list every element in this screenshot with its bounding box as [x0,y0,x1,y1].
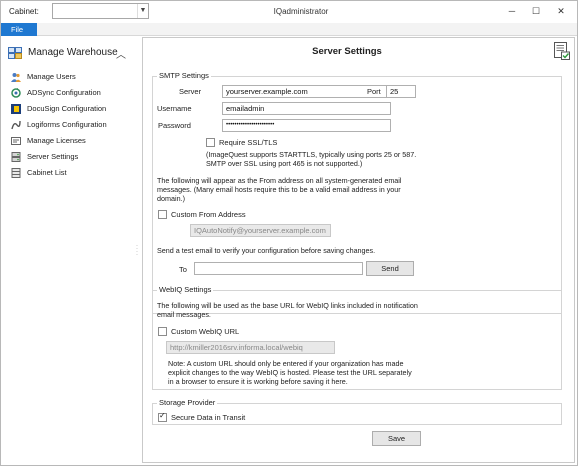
custom-webiq-checkbox[interactable] [158,327,167,336]
sidebar: Manage Warehouse ︿ Manage Users ADSync C… [1,37,135,465]
from-note-line-2: messages. (Many email hosts require this… [157,185,401,194]
sidebar-item-label: Logiforms Configuration [27,120,107,129]
app-window: Cabinet: ▼ IQadministrator ─ ☐ ✕ File Ma… [0,0,578,466]
cabinet-select[interactable]: ▼ [52,3,149,19]
sidebar-item-manage-licenses[interactable]: Manage Licenses [11,135,131,148]
docusign-icon [11,104,21,114]
to-input[interactable] [194,262,363,275]
custom-from-label: Custom From Address [171,210,246,219]
custom-webiq-input[interactable]: http://kmiller2016srv.informa.local/webi… [166,341,335,354]
maximize-button[interactable]: ☐ [525,3,547,19]
cabinet-label: Cabinet: [9,7,39,16]
sidebar-item-label: DocuSign Configuration [27,104,107,113]
licenses-icon [11,137,21,145]
server-icon [11,152,21,162]
close-button[interactable]: ✕ [550,3,572,19]
main-panel: Server Settings SMTP Settings Server you… [142,37,575,463]
sidebar-splitter[interactable]: · · · · [135,37,139,465]
chevron-down-icon[interactable]: ▼ [137,4,148,18]
storage-provider-title: Storage Provider [157,398,218,407]
username-label: Username [157,104,192,113]
sidebar-header[interactable]: Manage Warehouse ︿ [8,45,130,61]
file-menu[interactable]: File [1,23,37,36]
sidebar-item-logiforms[interactable]: Logiforms Configuration [11,119,131,132]
server-input[interactable]: yourserver.example.com [222,85,391,98]
sidebar-item-label: Manage Users [27,72,76,81]
sidebar-item-server-settings[interactable]: Server Settings [11,151,131,164]
sidebar-header-label: Manage Warehouse [28,47,118,58]
port-input[interactable]: 25 [386,85,416,98]
sidebar-item-label: ADSync Configuration [27,88,101,97]
server-label: Server [179,87,202,96]
secure-data-checkbox[interactable] [158,411,167,422]
to-label: To [179,265,187,274]
password-label: Password [158,121,191,130]
minimize-button[interactable]: ─ [501,3,523,19]
chevron-up-icon[interactable]: ︿ [116,46,126,61]
document-check-icon[interactable] [554,42,570,60]
sidebar-item-docusign[interactable]: DocuSign Configuration [11,103,131,116]
sidebar-item-cabinet-list[interactable]: Cabinet List [11,167,131,180]
sidebar-item-label: Server Settings [27,152,79,161]
test-email-note: Send a test email to verify your configu… [157,246,376,255]
webiq-settings-title: WebIQ Settings [157,285,214,294]
smtp-settings-group: SMTP Settings Server yourserver.example.… [152,71,562,314]
storage-provider-group: Storage Provider Secure Data in Transit [152,398,562,425]
warehouse-icon [8,47,22,59]
webiq-note-line-2: email messages. [157,310,211,319]
sidebar-item-label: Manage Licenses [27,136,86,145]
sidebar-item-manage-users[interactable]: Manage Users [11,71,131,84]
menu-bar: File [1,23,577,36]
secure-data-label: Secure Data in Transit [171,413,246,422]
custom-from-checkbox[interactable] [158,210,167,219]
logiforms-icon [11,120,21,130]
require-ssl-label: Require SSL/TLS [219,138,278,147]
adsync-icon [11,88,21,98]
page-title: Server Settings [312,46,382,57]
send-button[interactable]: Send [366,261,414,276]
title-bar: Cabinet: ▼ IQadministrator ─ ☐ ✕ [1,1,577,23]
custom-from-input[interactable]: IQAutoNotify@yourserver.example.com [190,224,331,237]
password-input[interactable]: ••••••••••••••••••••••• [222,119,391,132]
port-label: Port [367,87,381,96]
save-button[interactable]: Save [372,431,421,446]
from-note-line-3: domain.) [157,194,185,203]
sidebar-item-label: Cabinet List [27,168,67,177]
require-ssl-checkbox[interactable] [206,138,215,147]
ssl-note-line-2: SMTP over SSL using port 465 is not supp… [206,159,363,168]
splitter-grip-icon[interactable]: · · · · [136,243,138,258]
app-title: IQadministrator [273,7,329,16]
webiq-warning-line-3: in a browser to ensure it is working bef… [168,377,348,386]
webiq-settings-group: WebIQ Settings The following will be use… [152,285,562,390]
smtp-settings-title: SMTP Settings [157,71,211,80]
sidebar-item-adsync[interactable]: ADSync Configuration [11,87,131,100]
custom-webiq-label: Custom WebIQ URL [171,327,240,336]
users-icon [11,73,21,82]
username-input[interactable]: emailadmin [222,102,391,115]
cabinet-list-icon [11,168,21,178]
